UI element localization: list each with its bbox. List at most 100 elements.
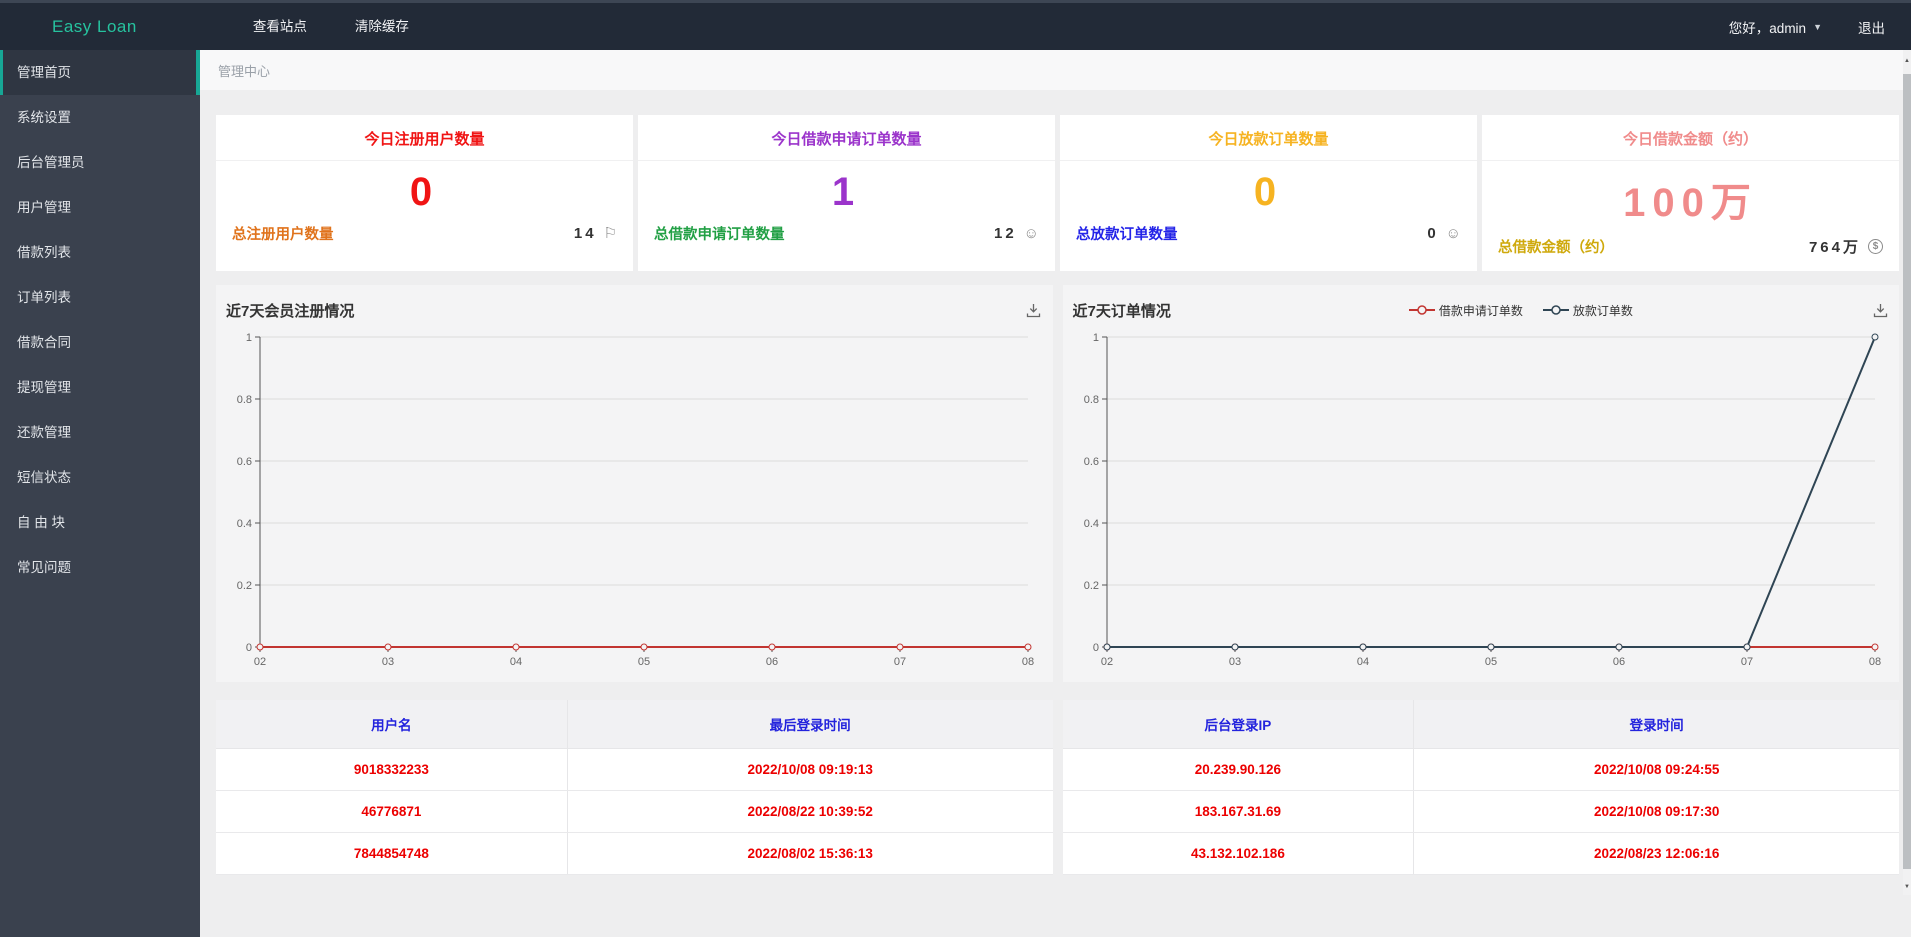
svg-text:0.4: 0.4 [237, 518, 252, 530]
download-icon[interactable] [1025, 301, 1043, 319]
scroll-down-icon[interactable]: ▼ [1903, 884, 1911, 890]
stat-card-footer: 总放款订单数量 0 ☺ [1060, 215, 1477, 258]
orders-chart-panel: 近7天订单情况 借款申请订单数 放款订单数 0 0.2 0.4 0.6 0.8 1 02 03 0… [1062, 285, 1899, 682]
stat-card: 今日借款申请订单数量 1 总借款申请订单数量 12 ☺ [638, 115, 1055, 271]
charts-row: 近7天会员注册情况 0 0.2 0.4 0.6 0.8 1 02 03 04 05 06 07 08 近… [216, 285, 1899, 682]
main-content: 管理中心 今日注册用户数量 0 总注册用户数量 14 ⚐ 今日借款申请订单数量 1 总借款申请… [200, 50, 1903, 937]
stat-card-footer-total: 764万 $ [1809, 236, 1883, 257]
registration-chart: 0 0.2 0.4 0.6 0.8 1 02 03 04 05 06 07 08 [237, 332, 1034, 668]
stat-card-value: 100万 [1623, 181, 1758, 225]
sidebar-item[interactable]: 还款管理 [0, 410, 200, 455]
scrollbar-thumb[interactable] [1903, 74, 1911, 869]
scroll-up-icon[interactable]: ▲ [1903, 58, 1911, 64]
nav-item-clear-cache[interactable]: 清除缓存 [331, 3, 433, 50]
stat-card-value: 0 [1253, 170, 1284, 214]
svg-text:0.4: 0.4 [1083, 518, 1098, 530]
download-icon[interactable] [1871, 301, 1889, 319]
sidebar-nav: 管理首页 系统设置 后台管理员 用户管理 借款列表 订单列表 借款合同 提现管理 还款管理 短信状… [0, 50, 200, 937]
svg-text:04: 04 [510, 656, 522, 668]
legend-label: 借款申请订单数 [1438, 303, 1523, 318]
stat-card: 今日注册用户数量 0 总注册用户数量 14 ⚐ [216, 115, 633, 271]
orders-chart-legend: 借款申请订单数 放款订单数 [1171, 302, 1871, 319]
sidebar-item[interactable]: 自 由 块 [0, 500, 200, 545]
svg-text:0.8: 0.8 [237, 394, 252, 406]
stat-card-footer-value: 0 [1427, 225, 1439, 242]
sidebar-item[interactable]: 系统设置 [0, 95, 200, 140]
stat-card-footer: 总借款申请订单数量 12 ☺ [638, 215, 1055, 258]
sidebar-item[interactable]: 短信状态 [0, 455, 200, 500]
orders-chart-header: 近7天订单情况 借款申请订单数 放款订单数 [1073, 293, 1890, 327]
table-row: 20.239.90.126 2022/10/08 09:24:55 [1062, 748, 1899, 791]
registration-chart-header: 近7天会员注册情况 [226, 293, 1043, 327]
svg-text:0.6: 0.6 [1083, 456, 1098, 468]
table-cell: 2022/10/08 09:17:30 [1413, 790, 1899, 833]
svg-text:02: 02 [1100, 656, 1112, 668]
stat-card-footer-total: 0 ☺ [1427, 225, 1461, 242]
legend-item[interactable]: 借款申请订单数 [1408, 302, 1523, 319]
stat-card-title: 今日注册用户数量 [216, 115, 633, 161]
stat-card: 今日放款订单数量 0 总放款订单数量 0 ☺ [1060, 115, 1477, 271]
orders-chart: 0 0.2 0.4 0.6 0.8 1 02 03 04 05 06 07 08 [1083, 332, 1880, 668]
sidebar-item[interactable]: 订单列表 [0, 275, 200, 320]
stat-card-title: 今日放款订单数量 [1060, 115, 1477, 161]
table-header-cell: 最后登录时间 [567, 700, 1053, 749]
svg-text:06: 06 [1612, 656, 1624, 668]
table-row: 9018332233 2022/10/08 09:19:13 [216, 748, 1053, 791]
sidebar-item[interactable]: 借款合同 [0, 320, 200, 365]
stat-cards-row: 今日注册用户数量 0 总注册用户数量 14 ⚐ 今日借款申请订单数量 1 总借款申请订单数量 1… [216, 115, 1899, 271]
stat-card-footer-label: 总借款金额（约） [1498, 240, 1614, 256]
table-cell: 20.239.90.126 [1062, 748, 1415, 791]
top-navbar: Easy Loan 查看站点 清除缓存 您好，admin ▼ 退出 [0, 0, 1911, 50]
stat-card: 今日借款金额（约） 100万 总借款金额（约） 764万 $ [1482, 115, 1899, 271]
stat-card-title: 今日借款金额（约） [1482, 115, 1899, 161]
table-cell: 183.167.31.69 [1062, 790, 1415, 833]
nav-item-view-site[interactable]: 查看站点 [229, 3, 331, 50]
legend-item[interactable]: 放款订单数 [1542, 302, 1633, 319]
breadcrumb-bar: 管理中心 [200, 50, 1903, 90]
user-dropdown[interactable]: 您好，admin ▼ [1729, 17, 1822, 37]
stat-card-value: 1 [831, 170, 862, 214]
vertical-scrollbar[interactable]: ▲ ▼ [1903, 50, 1911, 895]
logout-button[interactable]: 退出 [1858, 17, 1885, 37]
table-cell: 2022/08/22 10:39:52 [567, 790, 1053, 833]
svg-text:1: 1 [1092, 332, 1098, 344]
breadcrumb: 管理中心 [218, 63, 271, 79]
stat-card-footer: 总借款金额（约） 764万 $ [1482, 228, 1899, 271]
sidebar-item[interactable]: 借款列表 [0, 230, 200, 275]
login-ip-table: 后台登录IP 登录时间 20.239.90.126 2022/10/08 09:24:… [1062, 700, 1899, 875]
registration-chart-title: 近7天会员注册情况 [226, 302, 355, 320]
table-header-row: 后台登录IP 登录时间 [1062, 700, 1899, 749]
stat-card-footer-label: 总放款订单数量 [1076, 227, 1178, 243]
table-header-cell: 后台登录IP [1062, 700, 1415, 749]
stat-card-footer-label: 总注册用户数量 [232, 227, 334, 243]
table-cell: 46776871 [216, 790, 568, 833]
stat-card-value: 0 [409, 170, 440, 214]
table-cell: 9018332233 [216, 748, 568, 791]
sidebar-item[interactable]: 后台管理员 [0, 140, 200, 185]
table-header-cell: 登录时间 [1413, 700, 1899, 749]
legend-line-marker-icon [1542, 305, 1569, 315]
svg-text:0.2: 0.2 [237, 580, 252, 592]
sidebar-item[interactable]: 管理首页 [0, 50, 200, 95]
stat-card-footer-value: 764万 [1808, 239, 1861, 256]
sidebar-item[interactable]: 用户管理 [0, 185, 200, 230]
svg-text:1: 1 [246, 332, 252, 344]
svg-text:03: 03 [382, 656, 394, 668]
svg-text:08: 08 [1868, 656, 1880, 668]
legend-label: 放款订单数 [1572, 303, 1633, 318]
stat-card-footer-value: 14 [573, 225, 597, 242]
orders-chart-title: 近7天订单情况 [1072, 302, 1171, 320]
svg-text:0.8: 0.8 [1083, 394, 1098, 406]
sidebar-item[interactable]: 常见问题 [0, 545, 200, 590]
table-row: 43.132.102.186 2022/08/23 12:06:16 [1062, 832, 1899, 875]
table-cell: 2022/08/23 12:06:16 [1413, 832, 1899, 875]
brand-logo[interactable]: Easy Loan [52, 17, 137, 37]
table-cell: 7844854748 [216, 832, 568, 875]
stat-card-footer-value: 12 [993, 225, 1017, 242]
svg-text:02: 02 [254, 656, 266, 668]
svg-text:0: 0 [1092, 642, 1098, 654]
table-row: 46776871 2022/08/22 10:39:52 [216, 790, 1053, 833]
smiley-icon: ☺ [1445, 225, 1461, 242]
sidebar-item[interactable]: 提现管理 [0, 365, 200, 410]
svg-text:04: 04 [1356, 656, 1368, 668]
